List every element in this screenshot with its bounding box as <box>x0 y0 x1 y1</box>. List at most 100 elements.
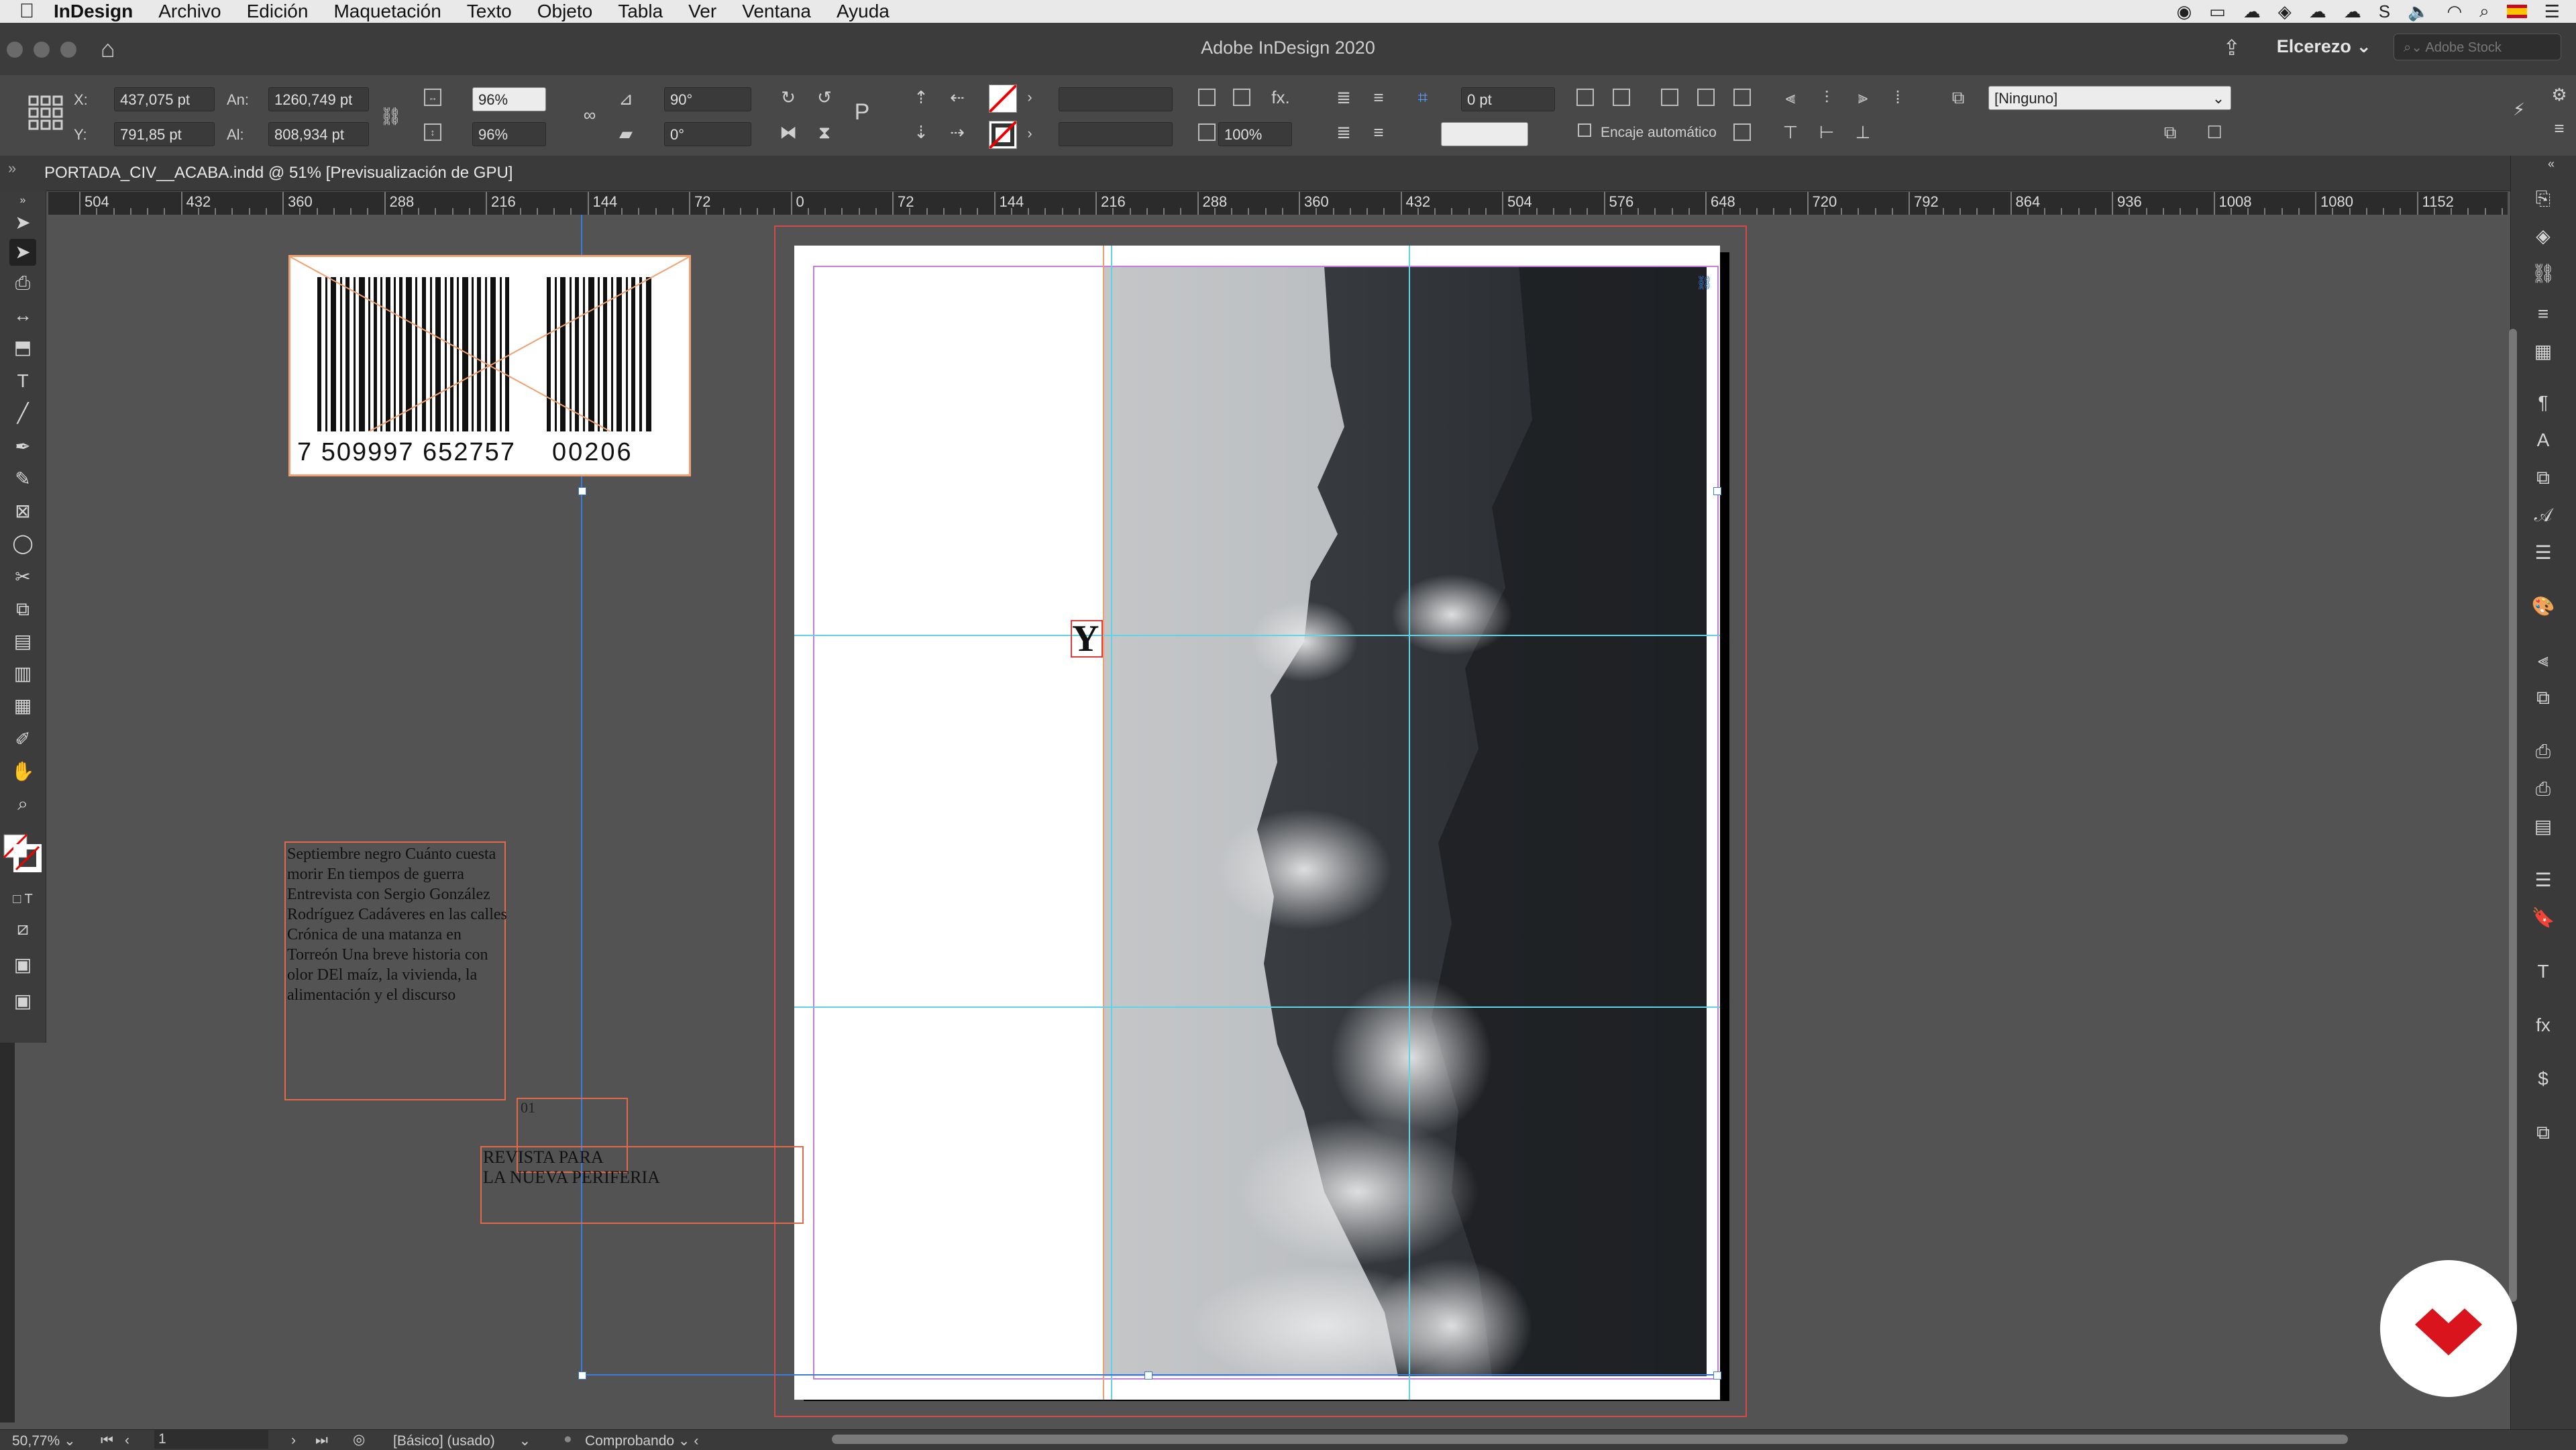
screen-mode-icon[interactable]: ▣ <box>9 951 36 978</box>
note-tool-icon[interactable]: ▦ <box>9 692 36 719</box>
object-styles-icon[interactable]: ⧉ <box>2530 464 2557 491</box>
bookmarks-panel-icon[interactable]: 🔖 <box>2530 904 2557 931</box>
info-panel-icon[interactable]: $ <box>2530 1066 2557 1092</box>
selection-tool-icon[interactable]: ➤ <box>9 209 36 236</box>
stroke-weight-field[interactable]: 0 pt <box>1461 87 1555 111</box>
scale-x-field[interactable]: 96% <box>472 87 546 111</box>
record-icon[interactable]: ◉ <box>2176 1 2192 22</box>
pages-panel-icon[interactable]: ⎘ <box>2530 185 2557 212</box>
layers-panel-icon[interactable]: ◈ <box>2530 223 2557 250</box>
dropbox-icon[interactable]: ◈ <box>2278 1 2292 22</box>
fx-panel-icon[interactable]: fx <box>2530 1012 2557 1039</box>
previous-page-button[interactable]: ‹ <box>125 1433 129 1449</box>
flip-horizontal-icon[interactable]: ⧓ <box>778 122 798 142</box>
width-field[interactable]: 1260,749 pt <box>268 87 369 111</box>
display-icon[interactable]: ▭ <box>2209 1 2226 22</box>
menu-tabla[interactable]: Tabla <box>618 1 663 22</box>
share-icon[interactable]: ⇪ <box>2222 35 2241 60</box>
center-content-icon[interactable] <box>1661 89 1678 106</box>
clear-overrides-icon[interactable]: ⧉ <box>2160 122 2180 142</box>
autofit-checkbox[interactable] <box>1578 123 1591 137</box>
content-collector-icon[interactable]: ⬒ <box>9 334 36 361</box>
effects-panel-icon[interactable]: ⎙ <box>2530 776 2557 802</box>
cloud-upload-icon[interactable]: ☁ <box>2344 1 2361 22</box>
fill-swatch-none[interactable] <box>988 84 1018 113</box>
stroke-swatch-none[interactable] <box>988 120 1018 150</box>
quick-actions-icon[interactable]: ⚡ <box>2509 99 2529 119</box>
formatting-container-icon[interactable]: □ T <box>9 886 36 913</box>
vertical-scrollbar[interactable] <box>2509 329 2517 1302</box>
align-panel-icon[interactable]: ⫷ <box>2530 647 2557 674</box>
menu-texto[interactable]: Texto <box>467 1 512 22</box>
selection-handle[interactable] <box>578 487 586 495</box>
rotation-angle-field[interactable]: 90° <box>664 87 751 111</box>
creative-cloud-icon[interactable]: ☁ <box>2243 1 2261 22</box>
page-number-field[interactable]: 1 <box>154 1430 268 1449</box>
flag-icon[interactable] <box>2506 5 2527 18</box>
text-panel-icon[interactable]: T <box>2530 958 2557 985</box>
fill-frame-icon[interactable] <box>1697 89 1715 106</box>
pencil-tool-icon[interactable]: ✎ <box>9 466 36 493</box>
cloud-icon[interactable]: ☁ <box>2309 1 2326 22</box>
index-panel-icon[interactable]: ☰ <box>2530 867 2557 894</box>
distribute-icon[interactable]: ⁞ <box>1888 87 1908 107</box>
first-page-button[interactable]: ⏮ <box>101 1433 113 1449</box>
control-center-icon[interactable]: ☰ <box>2544 1 2560 22</box>
menu-ventana[interactable]: Ventana <box>742 1 811 22</box>
panel-menu-icon[interactable]: ≡ <box>2549 118 2569 138</box>
constrain-proportions-icon[interactable]: ⛓ <box>380 106 402 126</box>
line-tool-icon[interactable]: ╱ <box>9 400 36 427</box>
wifi-icon[interactable]: ◠ <box>2447 1 2462 22</box>
free-transform-tool-icon[interactable]: ⧉ <box>9 596 36 623</box>
hand-tool-icon[interactable]: ✋ <box>9 758 36 785</box>
menu-maquetacion[interactable]: Maquetación <box>333 1 441 22</box>
gradient-feather-tool-icon[interactable]: ▥ <box>9 660 36 687</box>
pathfinder-panel-icon[interactable]: ⧉ <box>2530 684 2557 711</box>
preview-mode-icon[interactable]: ▣ <box>9 988 36 1015</box>
stroke-panel-icon[interactable]: ≡ <box>2530 301 2557 327</box>
table-panel-icon[interactable]: ▤ <box>2530 813 2557 840</box>
paragraph-styles-icon[interactable]: ¶ <box>2530 389 2557 416</box>
x-position-field[interactable]: 437,075 pt <box>114 87 215 111</box>
shear-angle-field[interactable]: 0° <box>664 122 751 146</box>
align-left-icon[interactable]: ⫷ <box>1780 87 1801 107</box>
align-center-icon[interactable]: ⫶ <box>1817 87 1837 107</box>
rotate-ccw-icon[interactable]: ↺ <box>814 87 835 107</box>
horizontal-ruler[interactable]: 504 432 360 288 216 144 72 0 72 144 216 288 360 432 50… <box>48 192 2508 215</box>
menu-ayuda[interactable]: Ayuda <box>837 1 890 22</box>
effects-fx-icon[interactable]: fx. <box>1271 87 1291 107</box>
master-page-icon[interactable]: ◎ <box>353 1431 365 1448</box>
rectangle-frame-tool-icon[interactable]: ⊠ <box>9 498 36 525</box>
align-right-icon[interactable]: ⫸ <box>1853 87 1873 107</box>
content-aware-fit-icon[interactable] <box>1733 123 1751 141</box>
select-content-icon[interactable]: ⇣ <box>911 122 931 142</box>
glyphs-panel-icon[interactable]: 𝒜 <box>2530 502 2557 529</box>
last-page-button[interactable]: ⏭ <box>315 1433 328 1449</box>
skype-icon[interactable]: S <box>2379 1 2390 22</box>
object-style-dropdown[interactable]: [Ninguno] <box>1988 86 2231 110</box>
pen-tool-icon[interactable]: ✒ <box>9 433 36 460</box>
collapse-panel-icon[interactable]: » <box>8 160 16 177</box>
fill-stroke-swatches[interactable] <box>3 833 42 872</box>
links-panel-icon[interactable]: ⛓ <box>2530 260 2557 287</box>
scale-y-field[interactable]: 96% <box>472 122 546 146</box>
volume-icon[interactable]: 🔈 <box>2408 1 2429 22</box>
direct-selection-tool-icon[interactable]: ➤ <box>9 239 36 266</box>
story-text-frame[interactable]: Septiembre negro Cuánto cuesta morir En … <box>284 841 507 1100</box>
select-previous-icon[interactable]: ⇠ <box>947 87 967 107</box>
workspace-switcher[interactable]: Elcerezo ⌄ <box>2277 36 2371 57</box>
fit-frame-content-icon[interactable] <box>1613 89 1630 106</box>
text-wrap-icon[interactable]: ≣ <box>1334 122 1354 142</box>
align-stroke-center-icon[interactable]: ≣ <box>1334 87 1354 107</box>
align-bottom-icon[interactable]: ⊥ <box>1853 122 1873 142</box>
menu-archivo[interactable]: Archivo <box>158 1 221 22</box>
frame-fitting-icon[interactable] <box>1198 89 1216 106</box>
text-wrap-bbox-icon[interactable]: ≡ <box>1368 122 1389 142</box>
menu-indesign[interactable]: InDesign <box>54 1 133 22</box>
flip-vertical-icon[interactable]: ⧗ <box>814 122 835 142</box>
swatches-panel-icon[interactable]: ▦ <box>2530 338 2557 365</box>
link-scale-icon[interactable]: ∞ <box>580 105 600 125</box>
select-next-icon[interactable]: ⇢ <box>947 122 967 142</box>
stroke-style-swatch[interactable] <box>1441 122 1528 146</box>
ellipse-tool-icon[interactable]: ◯ <box>9 530 36 557</box>
